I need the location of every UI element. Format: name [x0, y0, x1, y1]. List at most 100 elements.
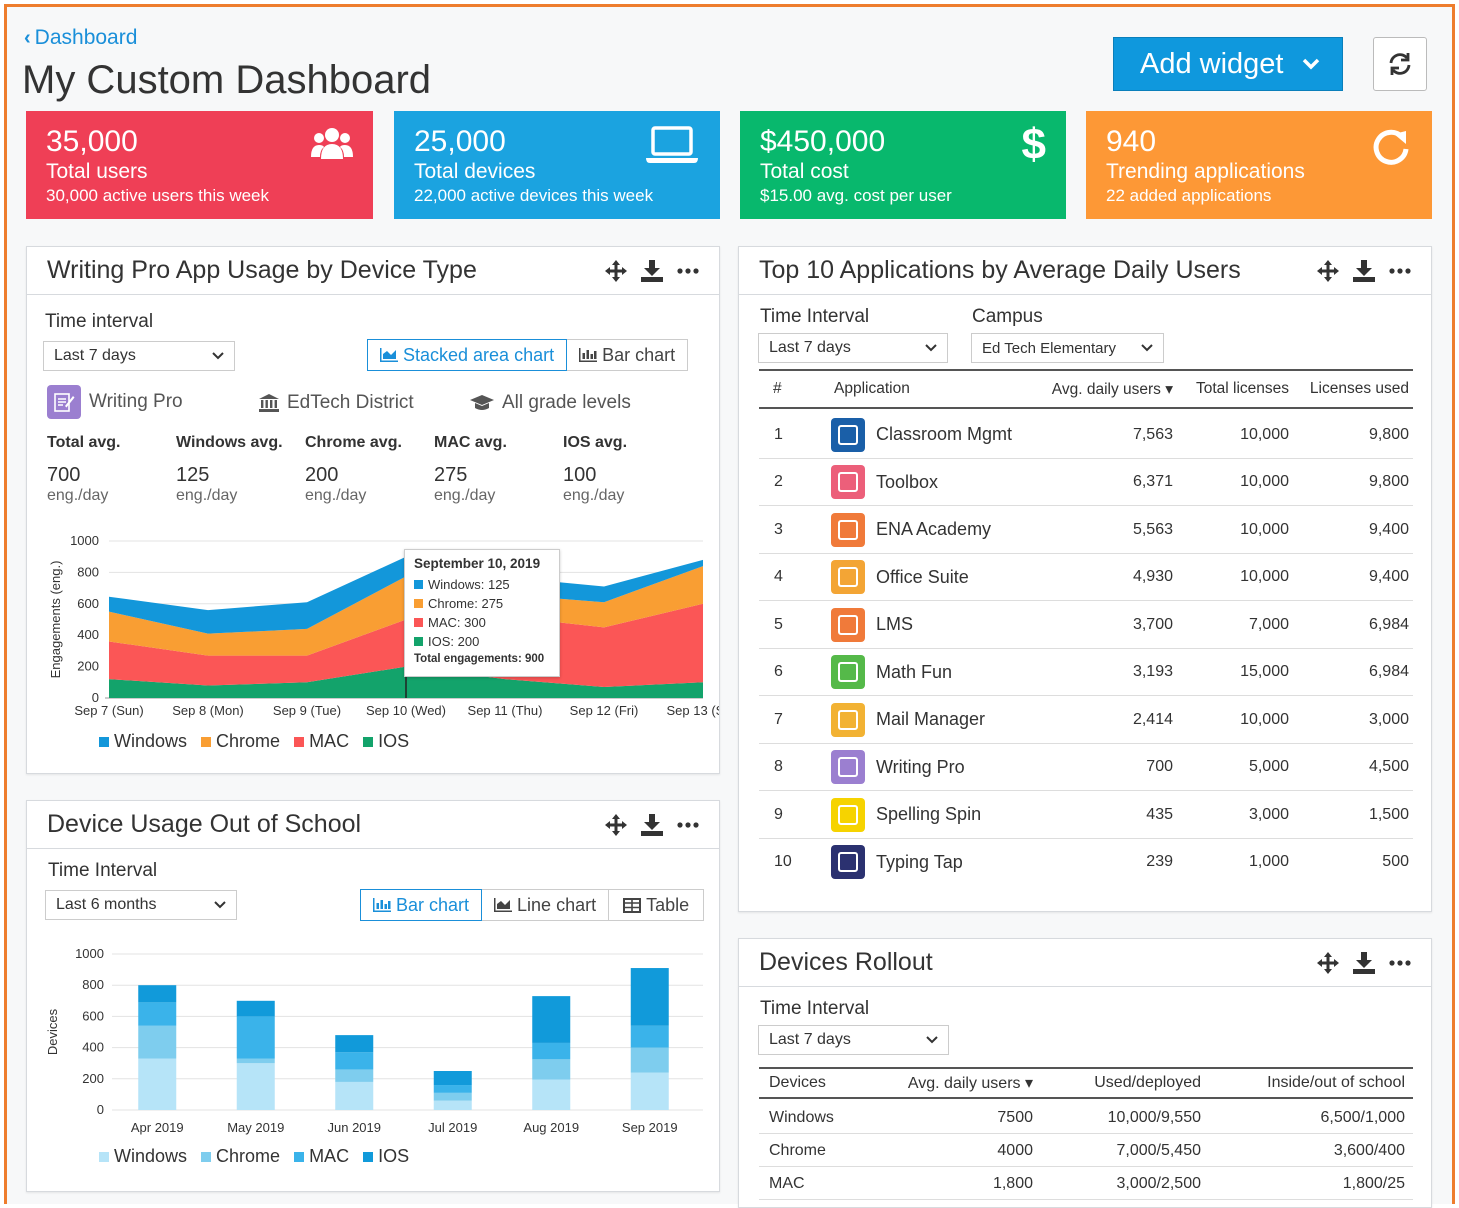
bar-segment-chrome[interactable] — [532, 1059, 571, 1080]
bar-segment-windows[interactable] — [335, 1081, 374, 1110]
stat-unit: eng./day — [176, 487, 238, 504]
table-row[interactable]: 8 Writing Pro 700 5,000 4,500 — [759, 744, 1413, 792]
download-icon[interactable] — [641, 813, 663, 836]
legend-item-windows[interactable]: Windows — [99, 1146, 187, 1167]
table-row[interactable]: 2 Toolbox 6,371 10,000 9,800 — [759, 459, 1413, 507]
line-chart-button[interactable]: Line chart — [481, 889, 610, 921]
legend-item-windows[interactable]: Windows — [99, 731, 187, 752]
time-interval-select[interactable]: Last 7 days — [43, 341, 235, 371]
table-row[interactable]: 3 ENA Academy 5,563 10,000 9,400 — [759, 506, 1413, 554]
more-options-icon[interactable] — [1389, 959, 1411, 966]
bar-segment-mac[interactable] — [335, 1052, 374, 1070]
time-interval-select[interactable]: Last 6 months — [45, 890, 237, 920]
cell-rank: 10 — [774, 853, 792, 871]
writing-pro-app-icon — [47, 385, 81, 419]
campus-select[interactable]: Ed Tech Elementary — [971, 333, 1164, 363]
more-options-icon[interactable] — [677, 267, 699, 274]
bar-segment-ios[interactable] — [433, 1071, 472, 1086]
move-icon[interactable] — [1317, 951, 1339, 974]
cell-total-licenses: 10,000 — [1240, 473, 1289, 491]
y-tick-label: 600 — [82, 1008, 104, 1023]
table-header-col-avg-daily-users[interactable]: Avg. daily users ▾ — [1052, 380, 1173, 399]
bar-segment-mac[interactable] — [532, 1042, 571, 1060]
table-header-col-total-licenses: Total licenses — [1195, 380, 1289, 397]
back-to-dashboard-link[interactable]: ‹ Dashboard — [24, 26, 137, 50]
legend-item-mac[interactable]: MAC — [294, 1146, 349, 1167]
bar-segment-mac[interactable] — [236, 1016, 275, 1059]
download-icon[interactable] — [641, 259, 663, 282]
stacked-area-chart-button[interactable]: Stacked area chart — [367, 339, 568, 371]
bar-segment-mac[interactable] — [630, 1025, 669, 1048]
legend-item-mac[interactable]: MAC — [294, 731, 349, 752]
move-icon[interactable] — [605, 813, 627, 836]
download-icon[interactable] — [1353, 951, 1375, 974]
bar-segment-chrome[interactable] — [335, 1069, 374, 1082]
bar-segment-chrome[interactable] — [236, 1058, 275, 1064]
table-row[interactable]: MAC 1,800 3,000/2,500 1,800/25 — [759, 1167, 1413, 1200]
x-tick-label: Sep 2019 — [622, 1120, 678, 1135]
bar-segment-chrome[interactable] — [138, 1025, 177, 1059]
bar-segment-windows[interactable] — [433, 1100, 472, 1110]
kpi-value: 940 — [1106, 125, 1157, 158]
ena-academy-app-icon — [831, 512, 865, 547]
table-row[interactable]: 7 Mail Manager 2,414 10,000 3,000 — [759, 696, 1413, 744]
legend-item-ios[interactable]: IOS — [363, 1146, 409, 1167]
application-name: ENA Academy — [876, 519, 992, 540]
institution-icon — [259, 394, 279, 412]
legend-item-ios[interactable]: IOS — [363, 731, 409, 752]
bar-chart-button[interactable]: Bar chart — [566, 339, 689, 371]
table-header-cell[interactable]: Avg. daily users ▾ — [908, 1073, 1033, 1093]
add-widget-button[interactable]: Add widget — [1113, 37, 1343, 91]
more-options-icon[interactable] — [677, 821, 699, 828]
table-row[interactable]: 10 Typing Tap 239 1,000 500 — [759, 839, 1413, 887]
cell-avg-daily-users: 3,193 — [1132, 663, 1173, 681]
bar-segment-windows[interactable] — [630, 1072, 669, 1110]
time-interval-label: Time Interval — [760, 998, 870, 1019]
more-options-icon[interactable] — [1389, 267, 1411, 274]
cell-application: Toolbox — [831, 465, 938, 500]
classroom-mgmt-app-icon — [831, 417, 865, 452]
bar-segment-chrome[interactable] — [433, 1092, 472, 1101]
bar-segment-mac[interactable] — [433, 1085, 472, 1093]
table-row[interactable]: Chrome 4000 7,000/5,450 3,600/400 — [759, 1134, 1413, 1167]
kpi-total-devices[interactable]: 25,000 Total devices 22,000 active devic… — [394, 111, 720, 219]
legend-item-chrome[interactable]: Chrome — [201, 1146, 280, 1167]
move-icon[interactable] — [605, 259, 627, 282]
legend-item-chrome[interactable]: Chrome — [201, 731, 280, 752]
page-title: My Custom Dashboard — [22, 58, 432, 102]
bar-segment-windows[interactable] — [138, 1058, 177, 1110]
bar-segment-ios[interactable] — [630, 968, 669, 1026]
bar-segment-windows[interactable] — [532, 1079, 571, 1110]
kpi-label: Total cost — [760, 160, 849, 183]
table-row[interactable]: 1 Classroom Mgmt 7,563 10,000 9,800 — [759, 411, 1413, 459]
table-view-button[interactable]: Table — [608, 889, 705, 921]
download-icon[interactable] — [1353, 259, 1375, 282]
table-row[interactable]: 6 Math Fun 3,193 15,000 6,984 — [759, 649, 1413, 697]
table-row[interactable]: 9 Spelling Spin 435 3,000 1,500 — [759, 791, 1413, 839]
bar-segment-chrome[interactable] — [630, 1047, 669, 1073]
table-header-row: # Application Avg. daily users ▾ Total lice… — [759, 369, 1413, 409]
writing-pro-usage-widget: Writing Pro App Usage by Device Type Tim… — [26, 246, 720, 774]
bar-segment-ios[interactable] — [532, 996, 571, 1043]
bar-chart-button[interactable]: Bar chart — [360, 889, 483, 921]
stat-unit: eng./day — [47, 487, 109, 504]
table-row[interactable]: 4 Office Suite 4,930 10,000 9,400 — [759, 554, 1413, 602]
bar-chart-icon — [373, 898, 391, 912]
bar-segment-ios[interactable] — [138, 985, 177, 1003]
time-interval-select[interactable]: Last 7 days — [758, 1025, 949, 1055]
time-interval-select[interactable]: Last 7 days — [758, 333, 948, 363]
kpi-trending-applications[interactable]: 940 Trending applications 22 added appli… — [1086, 111, 1432, 219]
x-tick-label: Sep 7 (Sun) — [74, 703, 143, 718]
bar-segment-mac[interactable] — [138, 1002, 177, 1026]
bar-segment-windows[interactable] — [236, 1063, 275, 1110]
table-row[interactable]: Windows 7500 10,000/9,550 6,500/1,000 — [759, 1101, 1413, 1134]
kpi-total-users[interactable]: 35,000 Total users 30,000 active users t… — [26, 111, 373, 219]
kpi-subtext: $15.00 avg. cost per user — [760, 186, 952, 205]
table-row[interactable]: 5 LMS 3,700 7,000 6,984 — [759, 601, 1413, 649]
move-icon[interactable] — [1317, 259, 1339, 282]
filter-label: Writing Pro — [89, 391, 183, 412]
bar-segment-ios[interactable] — [236, 1000, 275, 1017]
refresh-button[interactable] — [1373, 37, 1427, 91]
kpi-total-cost[interactable]: $450,000 Total cost $15.00 avg. cost per… — [740, 111, 1066, 219]
bar-segment-ios[interactable] — [335, 1035, 374, 1053]
